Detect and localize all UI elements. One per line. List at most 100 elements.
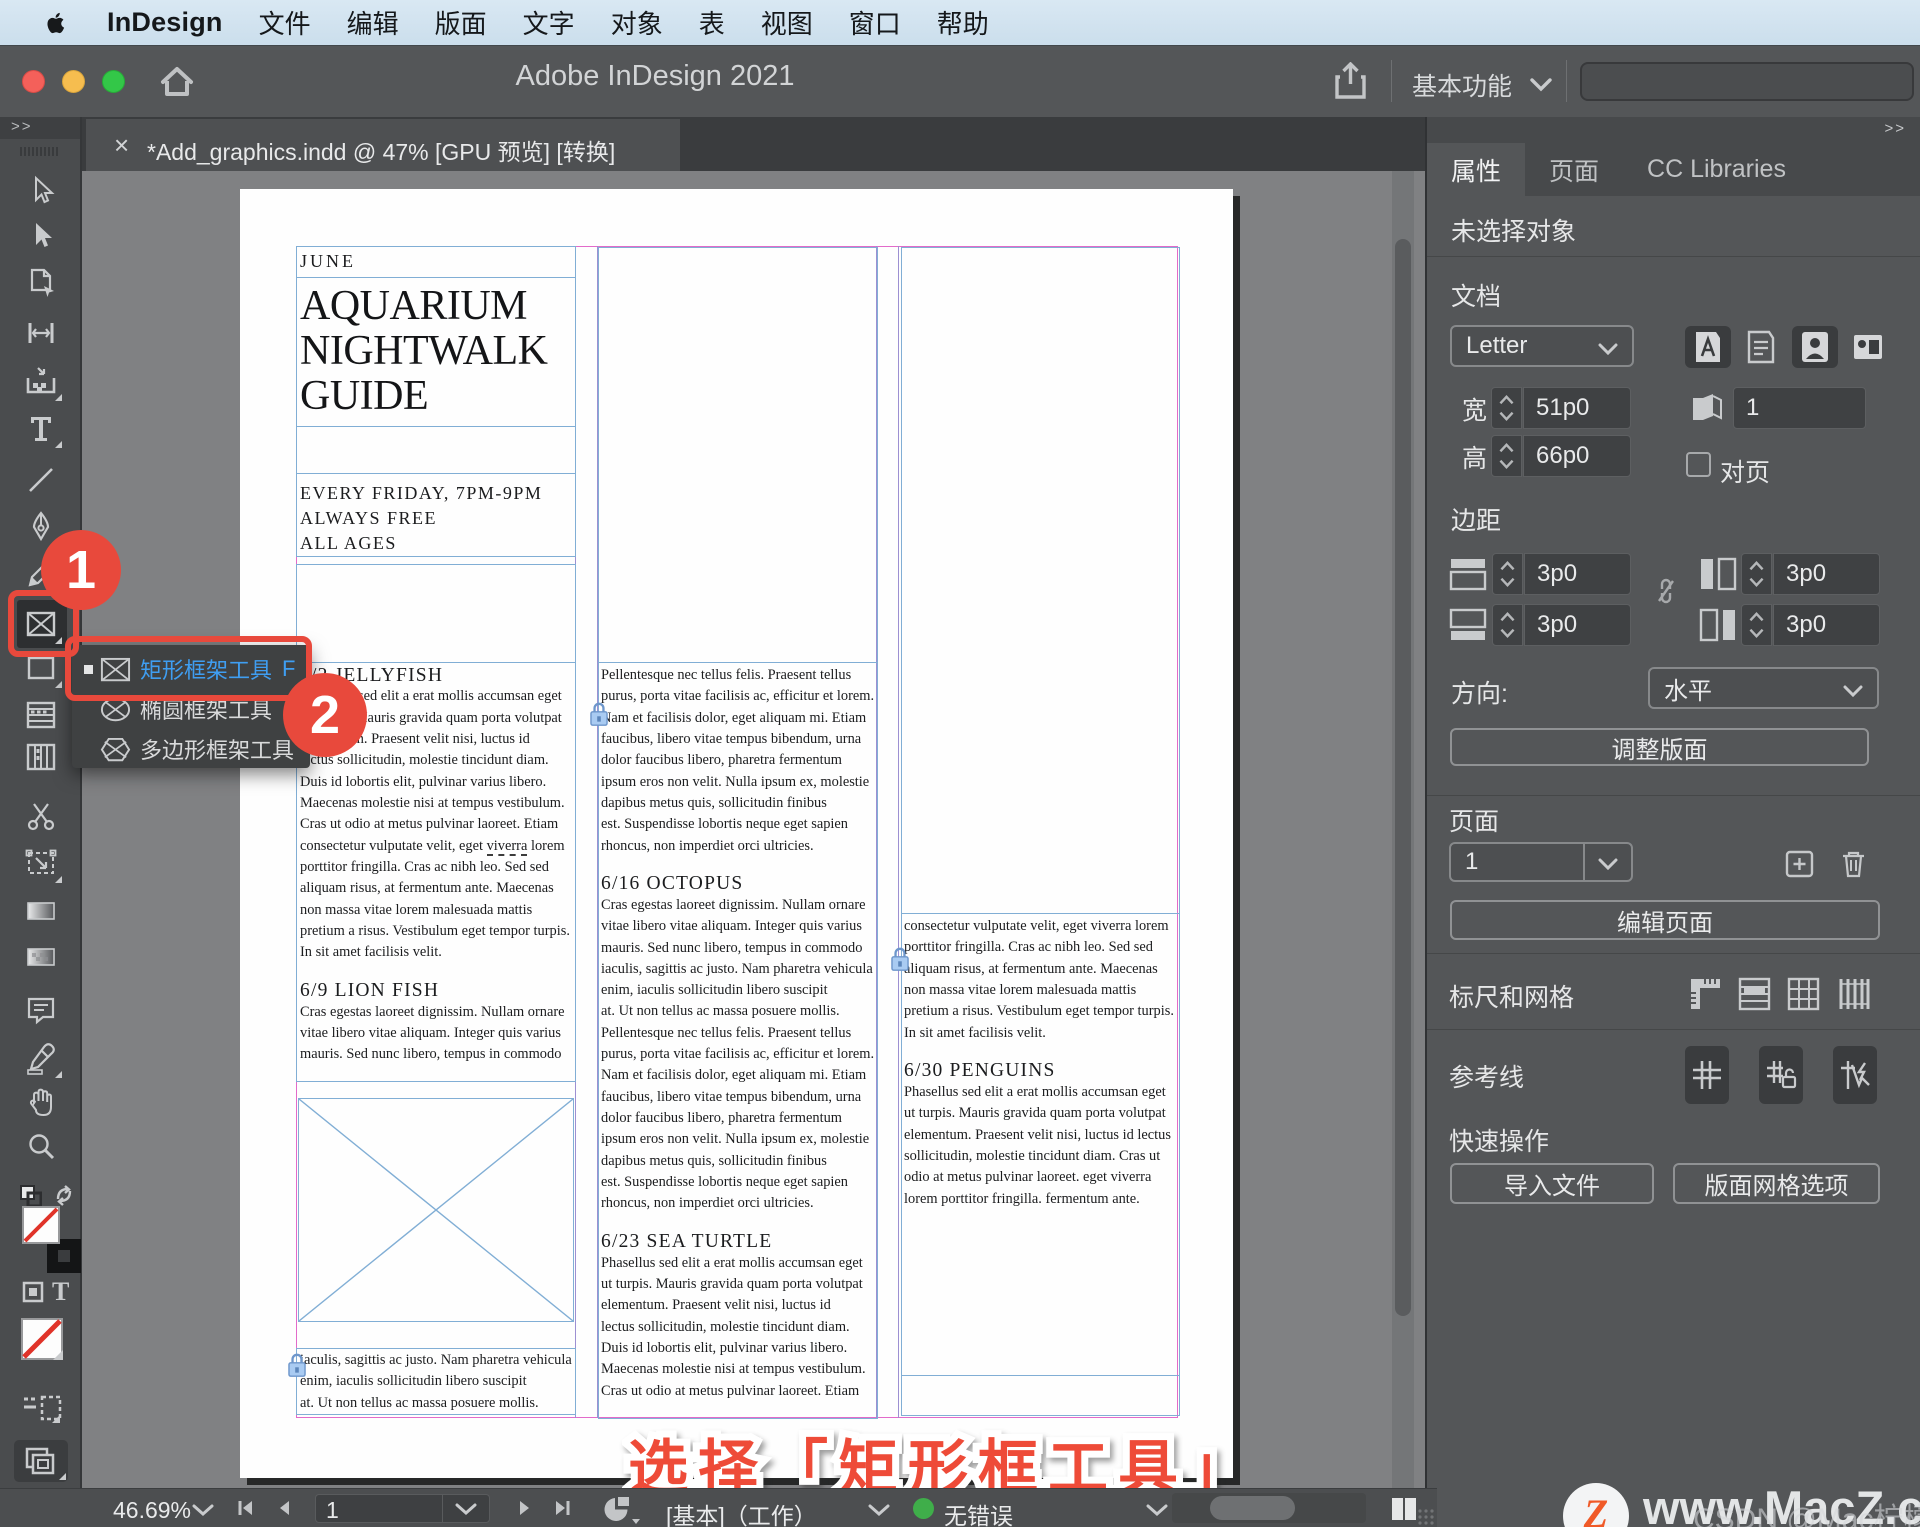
search-input[interactable] [1580,62,1914,101]
chevron-down-icon[interactable] [192,1504,214,1517]
layout-grid-options-button[interactable]: 版面网格选项 [1673,1163,1880,1204]
preflight-icon[interactable] [602,1495,642,1525]
lock-guides-button[interactable] [1759,1046,1803,1104]
chevron-down-icon[interactable] [868,1504,890,1517]
margin-bottom-stepper[interactable] [1492,604,1523,646]
document-grid-icon[interactable] [1787,977,1820,1011]
gap-tool[interactable] [24,316,58,350]
note-tool[interactable] [24,993,58,1027]
page-number-field[interactable]: 1 [315,1494,490,1523]
apply-none-button[interactable] [20,1317,64,1361]
adjust-layout-button[interactable]: 调整版面 [1450,728,1869,766]
smart-guides-button[interactable] [1833,1046,1877,1104]
link-margins-icon[interactable] [1655,577,1677,605]
pen-tool[interactable] [24,510,58,544]
ruler-icon[interactable] [1689,977,1722,1011]
fill-swatch[interactable] [22,1206,60,1244]
add-page-icon[interactable] [1785,850,1814,878]
menubar-item[interactable]: 窗口 [849,9,901,39]
horizontal-scrollbar[interactable] [1172,1493,1366,1523]
toolbar-grip[interactable] [20,147,58,156]
direct-selection-tool[interactable] [24,219,58,253]
document-canvas[interactable]: JUNE AQUARIUMNIGHTWALKGUIDE EVERY FRIDAY… [82,171,1425,1488]
vertical-scrollbar-thumb[interactable] [1395,239,1411,1316]
close-window-button[interactable] [22,70,45,93]
gradient-feather-tool[interactable] [24,940,58,974]
page-size-select[interactable]: Letter [1450,325,1634,367]
swap-fill-stroke-icon[interactable] [52,1183,76,1207]
line-tool[interactable] [24,463,58,497]
home-icon[interactable] [158,62,196,100]
layout-grid-icon[interactable] [1837,977,1870,1011]
info-frame[interactable]: EVERY FRIDAY, 7PM-9PMALWAYS FREEALL AGES [296,473,576,557]
document-tab[interactable]: × *Add_graphics.indd @ 47% [GPU 预览] [转换] [86,119,680,171]
baseline-grid-icon[interactable] [1738,977,1771,1011]
zoom-level-value[interactable]: 46.69% [113,1497,191,1524]
page[interactable]: JUNE AQUARIUMNIGHTWALKGUIDE EVERY FRIDAY… [240,189,1233,1478]
facing-pages-checkbox[interactable] [1686,452,1711,477]
lock-icon[interactable] [589,702,609,727]
height-stepper[interactable] [1491,435,1522,477]
story-frame-col3[interactable] [901,247,1180,1416]
chevron-down-icon[interactable] [1146,1504,1168,1517]
panel-collapse-button[interactable]: >> [1884,120,1906,137]
menubar-item[interactable]: 文件 [259,9,311,39]
previous-page-icon[interactable] [277,1499,291,1517]
first-page-icon[interactable] [237,1499,255,1517]
view-options-icon[interactable] [20,1393,64,1425]
share-icon[interactable] [1334,62,1367,100]
workspace-switcher[interactable]: 基本功能 [1412,67,1552,103]
width-stepper[interactable] [1491,387,1522,429]
kicker-frame[interactable]: JUNE [296,246,576,278]
menubar-app-name[interactable]: InDesign [107,7,223,38]
scissors-tool[interactable] [24,800,58,834]
margin-right-stepper[interactable] [1741,604,1772,646]
formatting-affects-text-icon[interactable]: T [52,1277,74,1303]
last-page-icon[interactable] [553,1499,571,1517]
margin-right-field[interactable]: 3p0 [1773,604,1880,646]
screen-mode-button[interactable] [14,1440,68,1482]
empty-frame[interactable] [296,426,576,474]
empty-frame[interactable] [296,564,576,663]
mobile-intent-button[interactable] [1792,326,1838,368]
margin-bottom-field[interactable]: 3p0 [1524,604,1631,646]
width-field[interactable]: 51p0 [1523,387,1631,429]
import-file-button[interactable]: 导入文件 [1450,1163,1654,1204]
panel-tab-CC Libraries[interactable]: CC Libraries [1623,143,1810,196]
panel-tab-页面[interactable]: 页面 [1525,143,1623,196]
menubar-item[interactable]: 编辑 [347,9,399,39]
margin-left-stepper[interactable] [1741,553,1772,595]
preflight-preset[interactable]: [基本]（工作） [666,1497,817,1527]
default-fill-stroke-icon[interactable] [20,1185,42,1207]
vertical-grid-tool[interactable] [24,740,58,774]
resize-grip[interactable] [1416,1489,1438,1527]
menubar-item[interactable]: 帮助 [937,9,989,39]
menubar-item[interactable]: 对象 [611,9,663,39]
menubar-item[interactable]: 视图 [761,9,813,39]
margin-top-stepper[interactable] [1492,553,1523,595]
margin-top-field[interactable]: 3p0 [1524,553,1631,595]
show-guides-button[interactable] [1685,1046,1729,1104]
menubar-item[interactable]: 表 [699,9,725,39]
lock-icon[interactable] [287,1353,307,1378]
hand-tool[interactable] [24,1085,58,1119]
minimize-window-button[interactable] [62,70,85,93]
edit-pages-button[interactable]: 编辑页面 [1450,900,1880,940]
margin-left-field[interactable]: 3p0 [1773,553,1880,595]
print-intent-button[interactable] [1685,326,1731,368]
story-frame-col1-tail[interactable]: iaculis, sagittis ac justo. Nam pharetra… [296,1348,576,1415]
formatting-affects-container-icon[interactable] [22,1281,44,1303]
horizontal-grid-tool[interactable] [24,698,58,732]
horizontal-scrollbar-thumb[interactable] [1210,1496,1295,1520]
toolbar-collapse-button[interactable]: >> [0,117,80,139]
panel-tab-属性[interactable]: 属性 [1427,143,1525,196]
page-select[interactable]: 1 [1449,842,1633,882]
menubar-item[interactable]: 文字 [523,9,575,39]
web-intent-button[interactable] [1738,326,1784,368]
next-page-icon[interactable] [518,1499,532,1517]
direction-select[interactable]: 水平 [1648,667,1879,709]
page-tool[interactable] [24,266,58,300]
height-field[interactable]: 66p0 [1523,435,1631,477]
apple-icon[interactable] [46,10,67,36]
type-tool[interactable] [24,411,58,445]
